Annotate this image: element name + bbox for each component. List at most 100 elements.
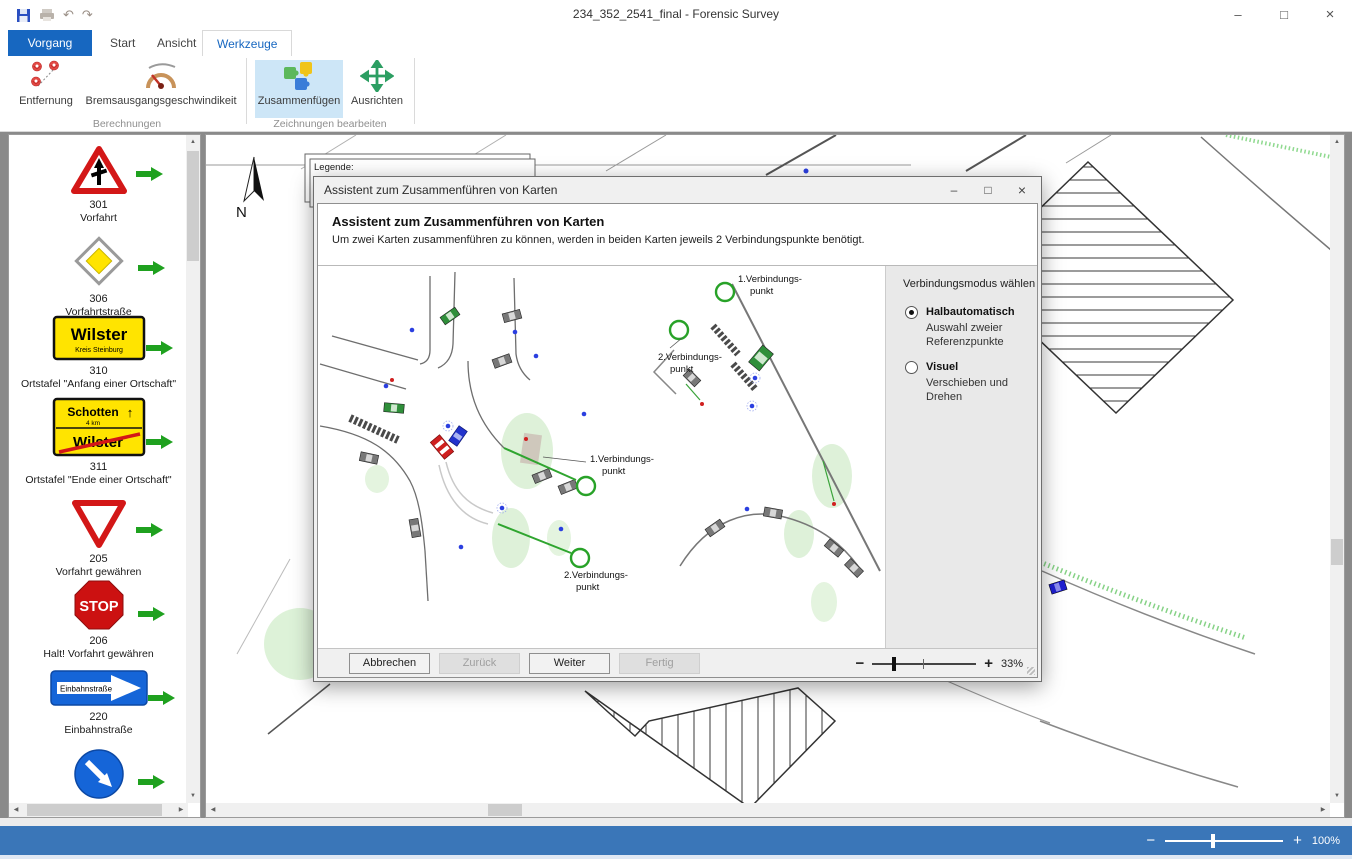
window-title: 234_352_2541_final - Forensic Survey [0,7,1352,21]
weiter-button[interactable]: Weiter [529,653,610,674]
ribbon-button-entfernung[interactable]: Entfernung [12,60,80,118]
scroll-left-arrow[interactable]: ◀ [9,803,23,817]
ribbon-button-label: Entfernung [19,95,73,107]
zoom-percentage: 33% [1001,658,1023,670]
ribbon-group-label: Zeichnungen bearbeiten [246,118,414,130]
zoom-slider[interactable] [1165,840,1283,842]
svg-text:Einbahnstraße: Einbahnstraße [59,685,112,694]
gauge-icon [141,60,181,92]
sign-library-sidebar: 301 Vorfahrt 306 Vorfahrtstraße Wilster [8,134,201,818]
green-arrow-icon [138,261,166,275]
maximize-button[interactable]: □ [1268,0,1300,30]
scroll-right-arrow[interactable]: ▶ [174,803,188,817]
radio-label[interactable]: Halbautomatisch [926,306,1015,318]
radio-description: Referenzpunkte [926,336,1004,348]
zoom-in-button[interactable]: + [984,655,993,672]
scrollbar-thumb[interactable] [488,804,522,816]
svg-text:punkt: punkt [602,466,626,477]
canvas-vertical-scrollbar[interactable]: ▲ ▼ [1330,135,1344,803]
sign-222-arrow-icon [72,747,126,801]
sidebar-item-310[interactable]: Wilster Kreis Steinburg 310 Ortstafel "A… [9,315,188,391]
scrollbar-thumb[interactable] [27,804,162,816]
scrollbar-thumb[interactable] [187,151,199,261]
tab-werkzeuge[interactable]: Werkzeuge [202,30,292,56]
sign-number: 205 [89,553,107,566]
dialog-title: Assistent zum Zusammenführen von Karten [324,183,557,197]
tab-ansicht[interactable]: Ansicht [143,30,210,56]
merge-preview-drawing: 1.Verbindungs- punkt 2.Verbindungs- punk… [318,266,885,652]
dialog-footer: Abbrechen Zurück Weiter Fertig − + 33% [318,648,1037,677]
scroll-down-arrow[interactable]: ▼ [1330,789,1344,803]
ribbon-group-label: Berechnungen [8,118,246,130]
map-pins-icon [28,60,64,92]
puzzle-icon [282,60,316,92]
svg-text:1.Verbindungs-: 1.Verbindungs- [738,274,802,285]
sidebar-item-301[interactable]: 301 Vorfahrt [9,145,188,225]
dialog-close-button[interactable]: × [1005,177,1039,203]
ribbon-button-label: Zusammenfügen [258,95,341,107]
sign-220-einbahnstrasse-icon: Einbahnstraße [49,669,149,707]
sidebar-vertical-scrollbar[interactable]: ▲ ▼ [186,135,200,803]
tab-vorgang[interactable]: Vorgang [8,30,92,56]
zoom-in-button[interactable]: + [1293,826,1302,855]
sidebar-item-306[interactable]: 306 Vorfahrtstraße [9,233,188,319]
ribbon-button-zusammenfuegen[interactable]: Zusammenfügen [255,60,343,118]
zoom-slider[interactable] [872,663,976,665]
dialog-body: Assistent zum Zusammenführen von Karten … [317,203,1038,678]
sign-name: Einbahnstraße [64,724,132,737]
minimize-button[interactable]: – [1222,0,1254,30]
radio-halbautomatisch[interactable] [905,306,918,319]
ribbon-button-label: Ausrichten [351,95,403,107]
scrollbar-thumb[interactable] [1331,539,1343,565]
radio-label[interactable]: Visuel [926,361,958,373]
ribbon-group-separator [414,58,415,124]
zoom-slider-thumb[interactable] [892,657,896,671]
zoom-slider-thumb[interactable] [1211,834,1215,848]
scroll-down-arrow[interactable]: ▼ [186,789,200,803]
sidebar-item-205[interactable]: 205 Vorfahrt gewähren [9,499,188,579]
radio-description: Auswahl zweier [926,322,1002,334]
left-map: 1.Verbindungs- punkt 2.Verbindungs- punk… [320,272,654,601]
scroll-right-arrow[interactable]: ▶ [1316,803,1330,817]
sign-name: Ortstafel "Ende einer Ortschaft" [25,474,171,487]
move-arrows-icon [360,60,394,92]
merge-maps-wizard-dialog: Assistent zum Zusammenführen von Karten … [313,176,1042,682]
svg-text:4 km: 4 km [85,420,99,427]
dialog-heading: Assistent zum Zusammenführen von Karten [332,214,604,229]
svg-text:Legende:: Legende: [314,162,354,173]
sidebar-item-220[interactable]: Einbahnstraße 220 Einbahnstraße [9,669,188,737]
svg-text:Schotten: Schotten [67,405,118,419]
sign-306-vorfahrtstrasse-icon [71,233,127,289]
dialog-minimize-button[interactable]: – [937,177,971,203]
sign-name: Vorfahrt [80,212,117,225]
tab-start[interactable]: Start [96,30,149,56]
dialog-title-bar[interactable]: Assistent zum Zusammenführen von Karten … [314,177,1041,203]
ribbon-button-ausrichten[interactable]: Ausrichten [346,60,408,118]
zoom-out-button[interactable]: − [855,655,864,672]
sign-206-stop-icon: STOP [73,579,125,631]
sign-311-ortstafel-ende-icon: Schotten ↑ 4 km Wilster [52,397,146,457]
close-button[interactable]: × [1314,0,1346,30]
sign-number: 310 [89,365,107,378]
map-merge-preview[interactable]: 1.Verbindungs- punkt 2.Verbindungs- punk… [318,266,885,652]
sidebar-item-206[interactable]: STOP 206 Halt! Vorfahrt gewähren [9,579,188,661]
scroll-up-arrow[interactable]: ▲ [186,135,200,149]
sidebar-item-311[interactable]: Schotten ↑ 4 km Wilster 311 Ortstafel "E… [9,397,188,487]
scroll-left-arrow[interactable]: ◀ [206,803,220,817]
radio-visuel[interactable] [905,361,918,374]
green-arrow-icon [138,607,166,621]
zoom-out-button[interactable]: − [1146,826,1155,855]
sidebar-horizontal-scrollbar[interactable]: ◀ ▶ [9,803,188,817]
abbrechen-button[interactable]: Abbrechen [349,653,430,674]
radio-description: Verschieben und [926,377,1008,389]
green-arrow-icon [136,167,164,181]
fertig-button: Fertig [619,653,700,674]
resize-grip[interactable] [1027,667,1035,675]
blue-car [449,426,468,446]
ribbon-button-bremsausgangsgeschwindikeit[interactable]: Bremsausgangsgeschwindikeit [82,60,240,118]
canvas-horizontal-scrollbar[interactable]: ◀ ▶ [206,803,1330,817]
scroll-up-arrow[interactable]: ▲ [1330,135,1344,149]
dialog-maximize-button[interactable]: □ [971,177,1005,203]
preview-zoom-control: − + 33% [855,649,1023,678]
sign-number: 206 [89,635,107,648]
